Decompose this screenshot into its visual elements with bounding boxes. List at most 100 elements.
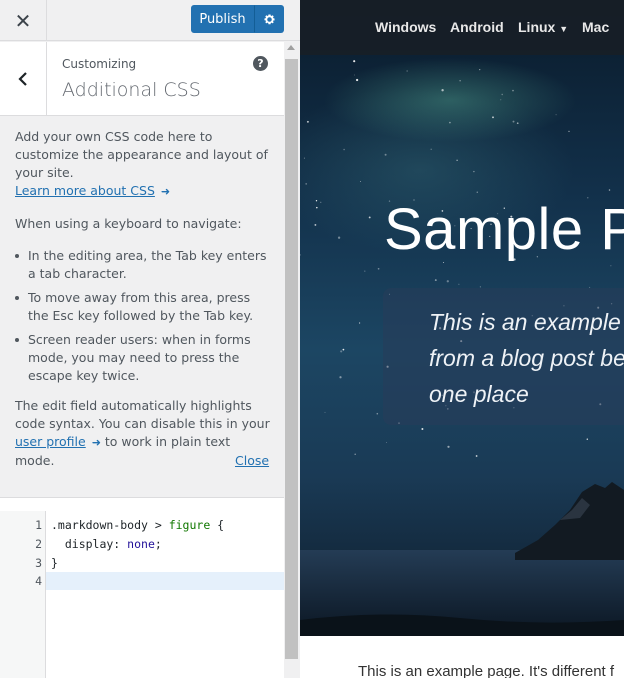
close-customizer-button[interactable]: ✕ — [0, 0, 47, 41]
highlight-paragraph: The edit field automatically highlights … — [15, 397, 270, 470]
star — [355, 78, 359, 82]
star — [354, 74, 356, 76]
customizer-header: ✕ Publish — [0, 0, 300, 41]
star — [608, 189, 611, 191]
intro-text: Add your own CSS code here to customize … — [15, 129, 268, 180]
user-profile-link[interactable]: user profile — [15, 434, 86, 449]
star — [421, 428, 424, 430]
nav-android[interactable]: Android — [450, 19, 504, 35]
star — [473, 170, 475, 173]
star — [516, 122, 519, 125]
star — [339, 376, 342, 379]
star — [359, 181, 361, 183]
star — [384, 153, 387, 156]
star — [512, 120, 515, 123]
star — [459, 80, 461, 82]
star — [368, 216, 371, 219]
close-help-link[interactable]: Close — [235, 453, 269, 468]
scrollbar-thumb[interactable] — [285, 59, 298, 659]
star — [449, 121, 451, 124]
star — [456, 159, 458, 162]
line-number: 1 — [35, 518, 42, 532]
star — [434, 279, 437, 282]
star — [324, 411, 326, 413]
caret-down-icon: ▼ — [559, 24, 569, 34]
list-item: In the editing area, the Tab key enters … — [15, 247, 270, 283]
line-number: 4 — [35, 574, 42, 588]
star — [342, 348, 345, 351]
nav-mac[interactable]: Mac — [582, 19, 609, 35]
css-code-editor[interactable]: 1 .markdown-body > figure { 2 display: n… — [0, 497, 284, 678]
code-text: display: none; — [51, 537, 162, 551]
code-line[interactable]: 2 display: none; — [0, 535, 284, 553]
publish-button[interactable]: Publish — [191, 5, 254, 33]
hero-subtitle-line: one place — [429, 381, 529, 407]
star — [314, 223, 317, 226]
mountain-silhouette — [300, 482, 624, 636]
hero-subtitle: This is an example from a blog post be o… — [429, 304, 624, 412]
star — [610, 265, 612, 267]
hero-title: Sample P — [384, 197, 624, 262]
star — [446, 280, 449, 283]
code-line-active[interactable]: 4 — [35, 572, 284, 590]
star — [316, 206, 318, 209]
hero-subtitle-line: This is an example — [429, 309, 621, 335]
highlight-text-before: The edit field automatically highlights … — [15, 398, 270, 431]
section-description: Add your own CSS code here to customize … — [15, 128, 270, 484]
chevron-left-icon — [18, 71, 27, 86]
section-header: Customizing Additional CSS ? — [0, 42, 284, 116]
list-item: Screen reader users: when in forms mode,… — [15, 331, 270, 385]
star — [354, 453, 356, 455]
star — [353, 60, 356, 63]
code-line[interactable]: 3 } — [0, 554, 284, 572]
star — [337, 236, 341, 239]
back-button[interactable] — [0, 42, 47, 115]
star — [300, 254, 301, 256]
list-item: To move away from this area, press the E… — [15, 289, 270, 325]
publish-settings-button[interactable] — [254, 5, 284, 33]
keyboard-heading: When using a keyboard to navigate: — [15, 216, 242, 231]
gear-icon — [263, 13, 275, 24]
star — [364, 270, 366, 272]
external-link-icon: ➜ — [160, 185, 171, 198]
star — [315, 200, 318, 202]
scroll-up-arrow-icon[interactable] — [287, 45, 295, 50]
nav-linux[interactable]: Linux ▼ — [518, 19, 568, 35]
star — [555, 114, 557, 116]
site-navbar: Windows Android Linux ▼ Mac — [300, 0, 624, 55]
section-title: Additional CSS — [62, 79, 201, 101]
star — [492, 116, 494, 119]
star — [406, 70, 408, 72]
page-body-text: This is an example page. It's different … — [358, 663, 615, 678]
external-link-icon: ➜ — [91, 436, 101, 449]
star — [568, 130, 570, 133]
intro-paragraph: Add your own CSS code here to customize … — [15, 128, 270, 201]
line-number: 2 — [35, 537, 42, 551]
site-preview: Windows Android Linux ▼ Mac Sample P Thi… — [300, 0, 624, 678]
star — [303, 157, 305, 159]
star — [501, 93, 503, 96]
star — [479, 68, 481, 71]
star — [458, 283, 460, 285]
code-line[interactable]: 1 .markdown-body > figure { — [0, 516, 284, 534]
star — [359, 322, 361, 324]
star — [306, 120, 309, 123]
customizing-label: Customizing — [62, 57, 137, 71]
line-number: 3 — [35, 556, 42, 570]
code-text: .markdown-body > figure { — [51, 518, 225, 532]
star — [376, 412, 379, 415]
customizer-sidebar: ✕ Publish Customizing Additional CSS ? A… — [0, 0, 300, 678]
keyboard-tips-list: In the editing area, the Tab key enters … — [15, 247, 270, 385]
publish-group: Publish — [191, 5, 284, 33]
nav-windows[interactable]: Windows — [375, 19, 436, 35]
help-icon[interactable]: ? — [253, 56, 268, 71]
learn-more-link[interactable]: Learn more about CSS — [15, 183, 155, 198]
star — [447, 445, 450, 448]
star — [385, 442, 387, 444]
star — [430, 148, 432, 151]
star — [340, 350, 343, 353]
star — [320, 201, 322, 203]
star — [475, 455, 478, 457]
star — [476, 191, 478, 193]
hero-subtitle-line: from a blog post be — [429, 345, 624, 371]
